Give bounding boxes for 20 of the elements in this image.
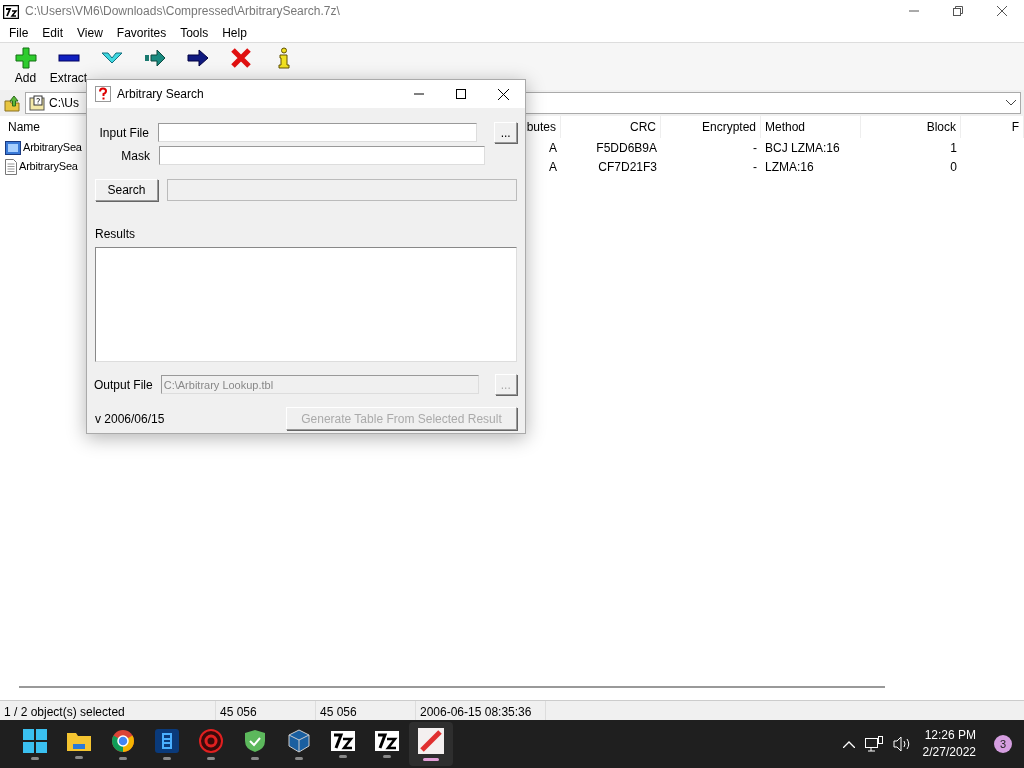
field-label: Input File [98,124,149,142]
version-text: v 2006/06/15 [95,410,165,428]
table-cell-text: ArbitrarySea [19,159,78,175]
results-label: Results [95,226,135,243]
table-cell-text: - [753,139,757,157]
table-cell-text: 1 [950,139,957,157]
table-cell-text: 0 [950,158,957,176]
table-cell-text: - [753,158,757,176]
table-cell-text: A [549,139,557,157]
address-text: C:\Us [49,95,79,112]
table-cell-text: CF7D21F3 [598,158,657,176]
field-label: Mask [120,147,150,165]
window-title: C:\Users\VM6\Downloads\Compressed\ArbitrarySearch.7z\ [25,3,340,20]
table-cell-text: BCJ LZMA:16 [765,139,840,157]
table-cell-text: LZMA:16 [765,158,814,176]
field-label: Output File [94,376,153,394]
table-cell-text: ArbitrarySea [23,140,82,156]
dialog-title: Arbitrary Search [117,86,204,103]
table-cell-text: A [549,158,557,176]
table-cell-text: F5DD6B9A [596,139,657,157]
